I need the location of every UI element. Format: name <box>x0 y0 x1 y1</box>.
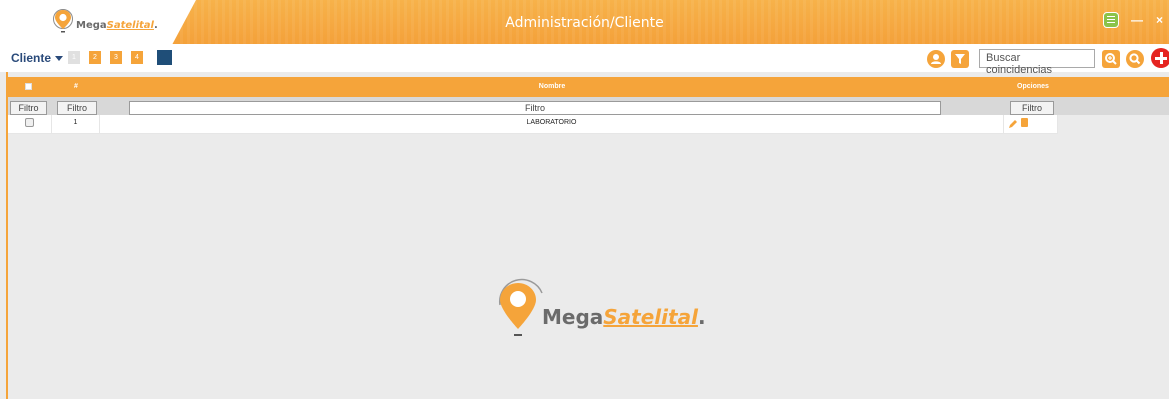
add-icon[interactable] <box>1151 48 1169 68</box>
delete-icon[interactable] <box>1021 118 1028 127</box>
search-icon[interactable] <box>1126 50 1144 68</box>
window-title: Administración/Cliente <box>505 15 664 31</box>
zoom-icon[interactable] <box>1102 50 1120 68</box>
page-button-3[interactable]: 3 <box>110 51 122 64</box>
close-button[interactable]: × <box>1156 13 1163 27</box>
select-all-checkbox[interactable] <box>25 83 32 90</box>
filter-row: Filtro Filtro Filtro Filtro <box>8 97 1169 115</box>
cliente-menu[interactable]: Cliente <box>11 51 64 65</box>
filter-name[interactable]: Filtro <box>129 101 941 115</box>
row-check-cell <box>8 115 52 133</box>
filter-options[interactable]: Filtro <box>1010 101 1054 115</box>
page-current-indicator[interactable] <box>157 50 172 65</box>
edit-icon[interactable] <box>1008 119 1018 129</box>
logo-pin-icon <box>498 278 543 336</box>
row-name: LABORATORIO <box>100 115 1004 133</box>
center-brand-text: MegaSatelital. <box>542 305 706 329</box>
filter-number[interactable]: Filtro <box>57 101 97 115</box>
page-button-2[interactable]: 2 <box>89 51 101 64</box>
page-button-1[interactable]: 1 <box>68 51 80 64</box>
user-icon[interactable] <box>927 50 945 68</box>
row-checkbox[interactable] <box>25 118 34 127</box>
search-input[interactable]: Buscar coincidencias <box>979 49 1095 76</box>
row-number: 1 <box>52 115 100 133</box>
table-row[interactable]: 1 LABORATORIO <box>8 115 1058 134</box>
column-header-name[interactable]: Nombre <box>100 77 1004 97</box>
column-header-options: Opciones <box>1017 83 1049 90</box>
filter-icon[interactable] <box>951 50 969 68</box>
chevron-down-icon <box>55 56 64 62</box>
grid-header: # Nombre Opciones <box>8 77 1169 97</box>
app-icon[interactable] <box>1103 12 1119 28</box>
minimize-button[interactable]: — <box>1131 13 1143 27</box>
filter-check[interactable]: Filtro <box>10 101 47 115</box>
page-button-4[interactable]: 4 <box>131 51 143 64</box>
cliente-menu-label: Cliente <box>11 51 52 65</box>
toolbar: Cliente 1 2 3 4 Buscar coincidencias <box>0 44 1169 76</box>
column-header-number[interactable]: # <box>56 77 96 97</box>
title-bar: MegaSatelital. Administración/Cliente — … <box>0 0 1169 44</box>
center-logo: MegaSatelital. <box>490 277 710 347</box>
